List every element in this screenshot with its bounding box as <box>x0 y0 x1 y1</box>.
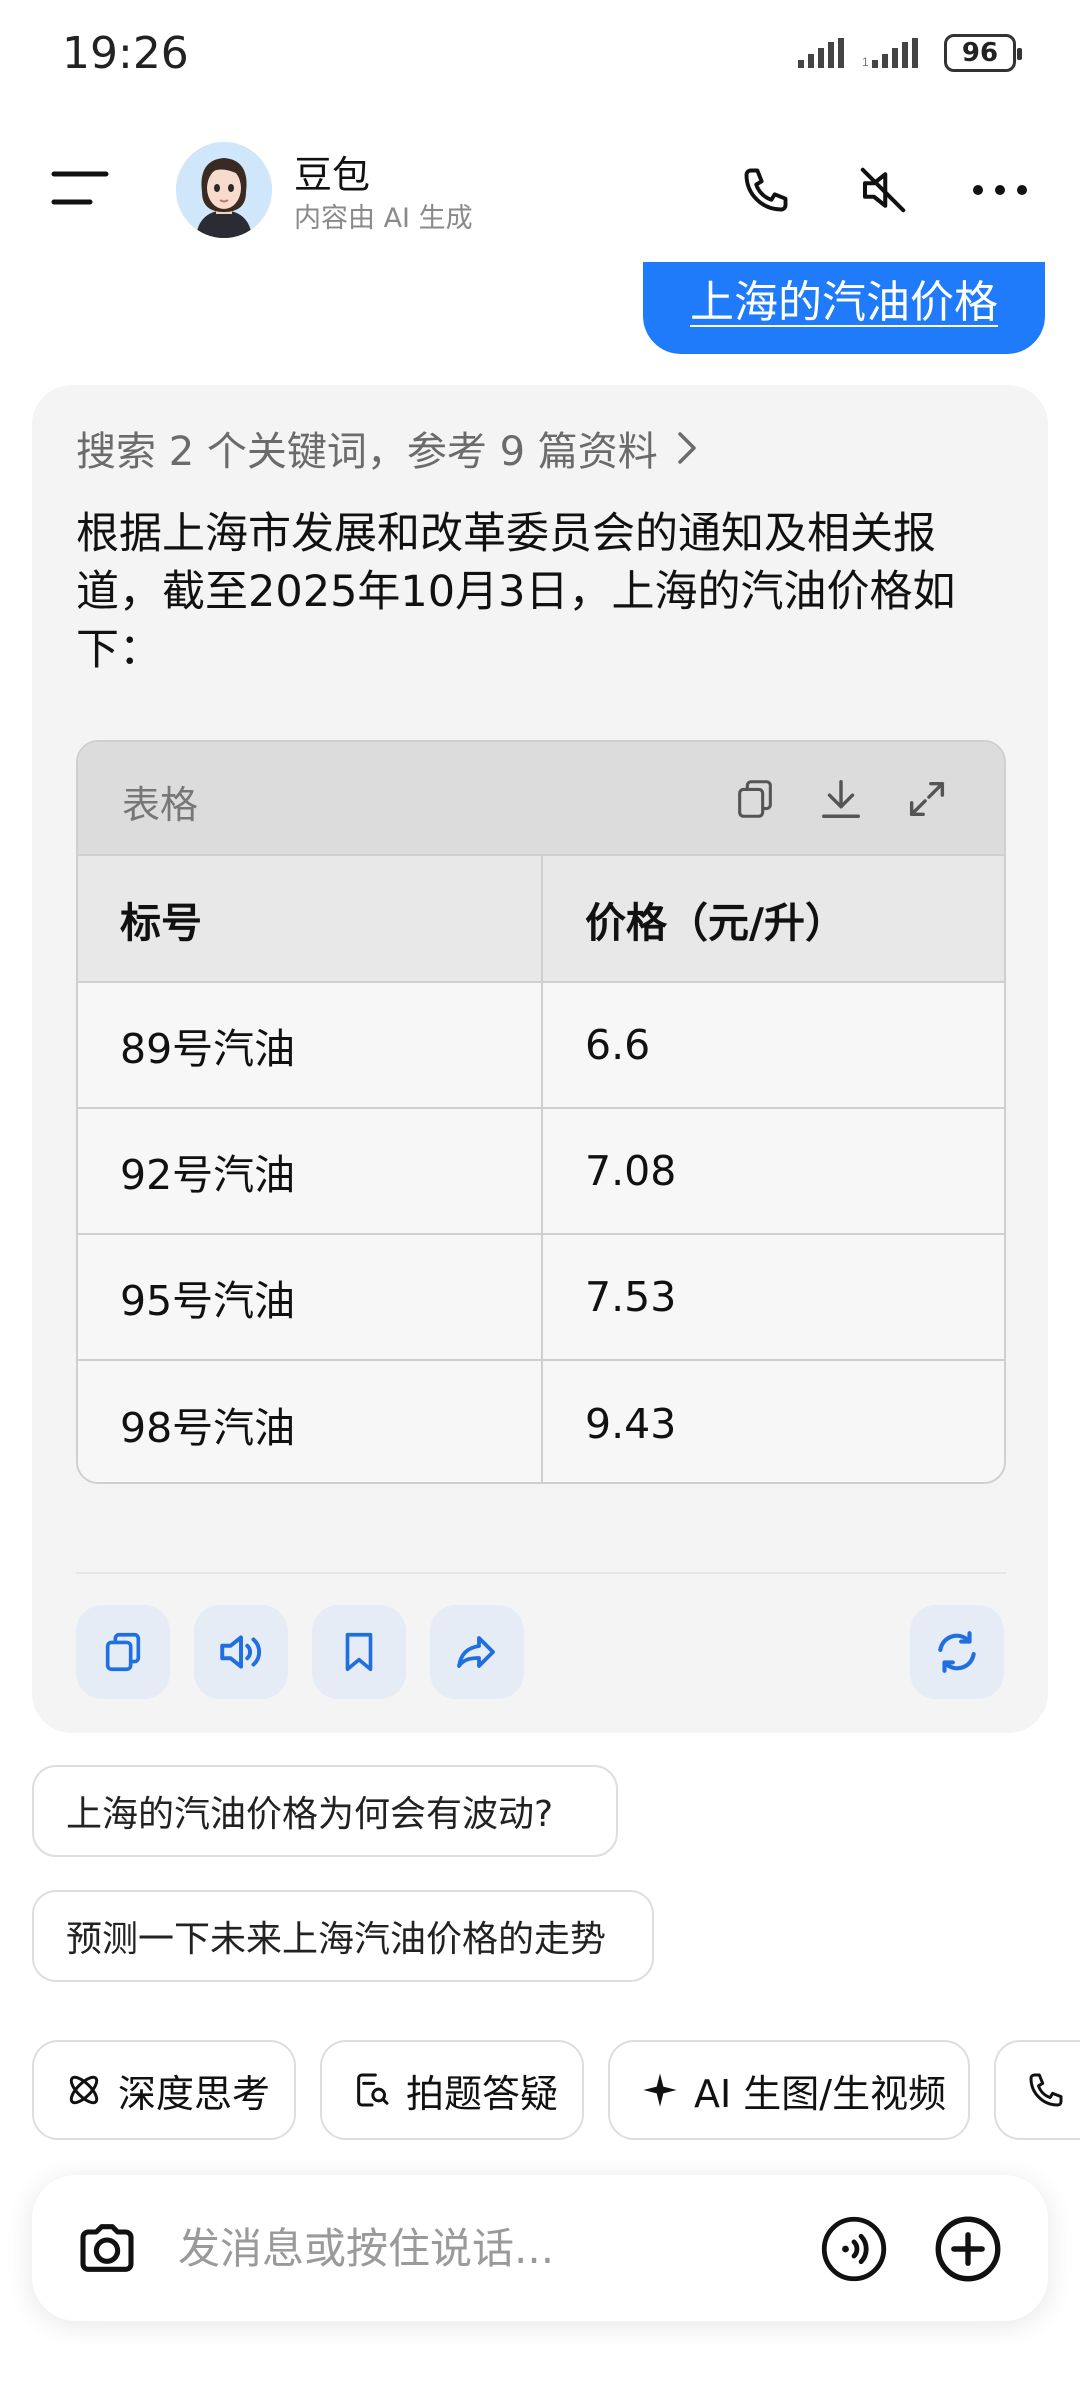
table-header-cell: 标号 <box>78 856 543 983</box>
battery-indicator: 96 <box>944 34 1022 72</box>
answer-intro-text: 根据上海市发展和改革委员会的通知及相关报道，截至2025年10月3日，上海的汽油… <box>76 509 956 675</box>
table-cell: 98号汽油 <box>78 1360 543 1482</box>
camera-icon[interactable] <box>72 2213 142 2283</box>
divider <box>76 1572 1006 1574</box>
more-icon[interactable] <box>970 160 1030 220</box>
table-row: 92号汽油 7.08 <box>78 1108 1004 1235</box>
table-cell: 7.53 <box>542 1234 1004 1361</box>
status-indicators: 1 96 <box>798 34 1022 72</box>
table-cell: 92号汽油 <box>78 1108 543 1235</box>
suggestion-text: 预测一下未来上海汽油价格的走势 <box>66 1919 607 1960</box>
ai-disclaimer: 内容由 AI 生成 <box>294 203 473 234</box>
avatar[interactable] <box>176 142 272 238</box>
table-cell: 95号汽油 <box>78 1234 543 1361</box>
price-table: 标号 价格（元/升） 89号汽油 6.6 92号汽油 7.08 95号汽油 7.… <box>78 856 1004 1482</box>
table-header-cell: 价格（元/升） <box>542 856 1004 983</box>
signal-2-icon: 1 <box>862 38 918 68</box>
table-cell: 6.6 <box>542 982 1004 1109</box>
suggestion-item[interactable]: 上海的汽油价格为何会有波动? <box>32 1765 618 1857</box>
chip-ai-image-video[interactable]: AI 生图/生视频 <box>608 2040 970 2140</box>
search-references-text: 搜索 2 个关键词，参考 9 篇资料 <box>76 429 658 475</box>
share-icon <box>457 1636 495 1668</box>
mute-icon[interactable] <box>853 160 913 220</box>
copy-table-icon[interactable] <box>726 770 784 828</box>
chip-label: AI 生图/生视频 <box>694 2071 947 2116</box>
chip-label: 深度思考 <box>118 2071 271 2116</box>
chip-phone[interactable] <box>994 2040 1080 2140</box>
table-row: 98号汽油 9.43 <box>78 1360 1004 1482</box>
copy-icon <box>105 1632 141 1672</box>
photo-search-icon <box>357 2073 389 2107</box>
search-references-link[interactable]: 搜索 2 个关键词，参考 9 篇资料 <box>76 419 698 477</box>
voice-icon[interactable] <box>818 2213 890 2285</box>
svg-text:1: 1 <box>862 55 869 68</box>
share-button[interactable] <box>430 1605 524 1699</box>
table-title: 表格 <box>122 783 199 827</box>
user-message-bubble[interactable]: 上海的汽油价格 <box>643 262 1045 354</box>
table-row: 89号汽油 6.6 <box>78 982 1004 1109</box>
speaker-icon <box>220 1635 262 1669</box>
chevron-right-icon <box>678 432 696 464</box>
message-input[interactable] <box>178 2217 798 2279</box>
table-toolbar: 表格 <box>78 742 1004 856</box>
chip-label: 拍题答疑 <box>406 2071 559 2116</box>
signal-icon <box>798 38 844 68</box>
suggestion-item[interactable]: 预测一下未来上海汽油价格的走势 <box>32 1890 654 1982</box>
ai-answer-card: 搜索 2 个关键词，参考 9 篇资料 根据上海市发展和改革委员会的通知及相关报道… <box>32 385 1048 1733</box>
read-aloud-button[interactable] <box>194 1605 288 1699</box>
table-cell: 7.08 <box>542 1108 1004 1235</box>
table-header-row: 标号 价格（元/升） <box>78 856 1004 983</box>
plus-icon[interactable] <box>932 2213 1004 2285</box>
bookmark-button[interactable] <box>312 1605 406 1699</box>
menu-icon[interactable] <box>50 168 110 208</box>
chip-photo-qa[interactable]: 拍题答疑 <box>320 2040 584 2140</box>
status-time: 19:26 <box>62 28 189 79</box>
atom-icon <box>69 2075 99 2105</box>
chat-header: 豆包 内容由 AI 生成 <box>0 130 1080 245</box>
sparkle-icon <box>643 2073 677 2107</box>
refresh-icon <box>938 1631 976 1673</box>
table-cell: 9.43 <box>542 1360 1004 1482</box>
status-bar: 19:26 1 96 <box>0 0 1080 110</box>
phone-icon <box>1029 2073 1063 2107</box>
suggestion-text: 上海的汽油价格为何会有波动? <box>66 1794 554 1835</box>
bot-name: 豆包 <box>294 153 371 197</box>
message-input-bar <box>32 2175 1048 2321</box>
download-icon[interactable] <box>812 770 870 828</box>
table-cell: 89号汽油 <box>78 982 543 1109</box>
chip-deep-thinking[interactable]: 深度思考 <box>32 2040 296 2140</box>
bookmark-icon <box>345 1632 373 1672</box>
phone-call-icon[interactable] <box>736 160 796 220</box>
copy-button[interactable] <box>76 1605 170 1699</box>
price-table-card: 表格 标号 价格（元/升） 89号汽油 6.6 92号汽油 7.08 95号汽油… <box>76 740 1006 1484</box>
table-row: 95号汽油 7.53 <box>78 1234 1004 1361</box>
regenerate-button[interactable] <box>910 1605 1004 1699</box>
user-message-text: 上海的汽油价格 <box>690 277 998 328</box>
expand-icon[interactable] <box>898 770 956 828</box>
